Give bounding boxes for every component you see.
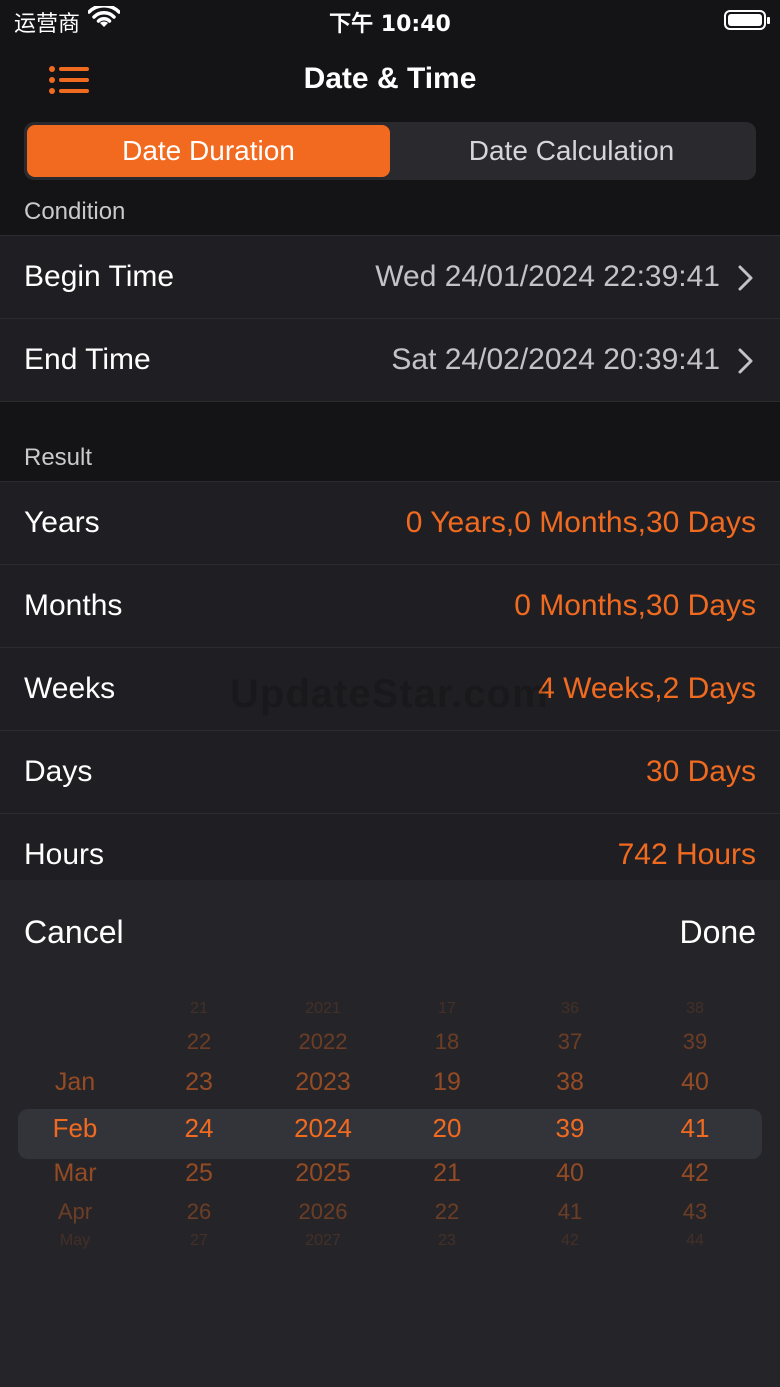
days-label: Days xyxy=(24,755,93,788)
tab-date-calculation[interactable]: Date Calculation xyxy=(390,125,753,177)
years-label: Years xyxy=(24,506,100,539)
years-value: 0 Years,0 Months,30 Days xyxy=(405,506,756,539)
picker-selected-item: 39 xyxy=(555,1113,585,1143)
page-title: Date & Time xyxy=(303,62,477,95)
picker-item: 36 xyxy=(561,1000,579,1017)
end-time-value: Sat 24/02/2024 20:39:41 xyxy=(391,343,720,376)
picker-item: 2021 xyxy=(305,1000,341,1017)
weeks-label: Weeks xyxy=(24,672,116,705)
picker-item: 38 xyxy=(686,1000,704,1017)
picker-item: 42 xyxy=(561,1232,579,1249)
begin-time-label: Begin Time xyxy=(24,260,175,293)
done-button[interactable]: Done xyxy=(680,914,757,951)
picker-selected-item: Feb xyxy=(52,1113,98,1143)
chevron-right-icon xyxy=(738,348,753,374)
picker-item: 2026 xyxy=(298,1199,348,1224)
picker-item: 38 xyxy=(556,1068,584,1096)
picker-item: 41 xyxy=(557,1199,583,1224)
result-row-years: Years 0 Years,0 Months,30 Days xyxy=(0,482,780,565)
picker-column-minute[interactable]: 36 37 38 39 40 41 42 xyxy=(515,1000,625,1260)
picker-item: 23 xyxy=(438,1232,456,1249)
picker-item: 27 xyxy=(190,1232,208,1249)
picker-item: 26 xyxy=(186,1199,212,1224)
picker-selected-item: 2024 xyxy=(294,1113,352,1143)
picker-item: 2022 xyxy=(298,1029,348,1054)
picker-item: 22 xyxy=(186,1029,212,1054)
battery-icon xyxy=(724,10,770,30)
chevron-right-icon xyxy=(738,265,753,291)
picker-item: 42 xyxy=(681,1159,709,1187)
picker-item: Jan xyxy=(54,1068,96,1096)
begin-time-value: Wed 24/01/2024 22:39:41 xyxy=(375,260,720,293)
picker-item: 18 xyxy=(434,1029,460,1054)
picker-item: 17 xyxy=(438,1000,456,1017)
picker-item: Apr xyxy=(57,1199,93,1224)
mode-segmented-control: Date Duration Date Calculation xyxy=(24,122,756,180)
condition-header: Condition xyxy=(24,198,126,225)
begin-time-row[interactable]: Begin Time Wed 24/01/2024 22:39:41 xyxy=(0,236,780,319)
hours-value: 742 Hours xyxy=(617,838,756,871)
date-picker-sheet: Cancel Done Jan Feb Mar Apr May 21 22 23 24 25 26 2… xyxy=(0,880,780,1387)
condition-group: Begin Time Wed 24/01/2024 22:39:41 End T… xyxy=(0,235,780,402)
picker-item: 23 xyxy=(185,1068,213,1096)
picker-column-second[interactable]: 38 39 40 41 42 43 44 xyxy=(640,1000,750,1260)
picker-item: Mar xyxy=(53,1159,97,1187)
watermark: UpdateStar.com xyxy=(230,672,549,716)
end-time-label: End Time xyxy=(24,343,151,376)
picker-item: 22 xyxy=(434,1199,460,1224)
picker-item: 2023 xyxy=(295,1068,351,1096)
picker-item: 21 xyxy=(190,1000,208,1017)
result-header: Result xyxy=(24,444,93,471)
navigation-bar: Date & Time xyxy=(0,44,780,116)
picker-selected-item: 24 xyxy=(184,1113,214,1143)
picker-column-month[interactable]: Jan Feb Mar Apr May xyxy=(20,1000,130,1260)
picker-item: 43 xyxy=(682,1199,708,1224)
picker-column-day[interactable]: 21 22 23 24 25 26 27 xyxy=(144,1000,254,1260)
picker-item: 44 xyxy=(686,1232,704,1249)
status-time: 下午 10:40 xyxy=(329,12,451,37)
hours-label: Hours xyxy=(24,838,105,871)
picker-selected-item: 20 xyxy=(432,1113,462,1143)
result-row-days: Days 30 Days xyxy=(0,731,780,814)
picker-item: 39 xyxy=(682,1029,708,1054)
months-label: Months xyxy=(24,589,123,622)
status-bar: 运营商 下午 10:40 xyxy=(0,0,780,40)
picker-item: May xyxy=(59,1232,91,1249)
picker-item: 40 xyxy=(556,1159,584,1187)
picker-item: 25 xyxy=(185,1159,213,1187)
picker-selected-item: 41 xyxy=(680,1113,710,1143)
picker-column-year[interactable]: 2021 2022 2023 2024 2025 2026 2027 xyxy=(268,1000,378,1260)
result-row-months: Months 0 Months,30 Days xyxy=(0,565,780,648)
picker-item: 2027 xyxy=(305,1232,341,1249)
picker-item: 37 xyxy=(557,1029,583,1054)
tab-date-duration[interactable]: Date Duration xyxy=(27,125,390,177)
days-value: 30 Days xyxy=(645,755,756,788)
picker-item: 21 xyxy=(433,1159,461,1187)
picker-item: 2025 xyxy=(295,1159,351,1187)
months-value: 0 Months,30 Days xyxy=(514,589,756,622)
picker-item: 19 xyxy=(433,1068,461,1096)
end-time-row[interactable]: End Time Sat 24/02/2024 20:39:41 xyxy=(0,319,780,402)
picker-column-hour[interactable]: 17 18 19 20 21 22 23 xyxy=(392,1000,502,1260)
cancel-button[interactable]: Cancel xyxy=(24,914,124,951)
picker-item: 40 xyxy=(681,1068,709,1096)
weeks-value: 4 Weeks,2 Days xyxy=(538,672,756,705)
